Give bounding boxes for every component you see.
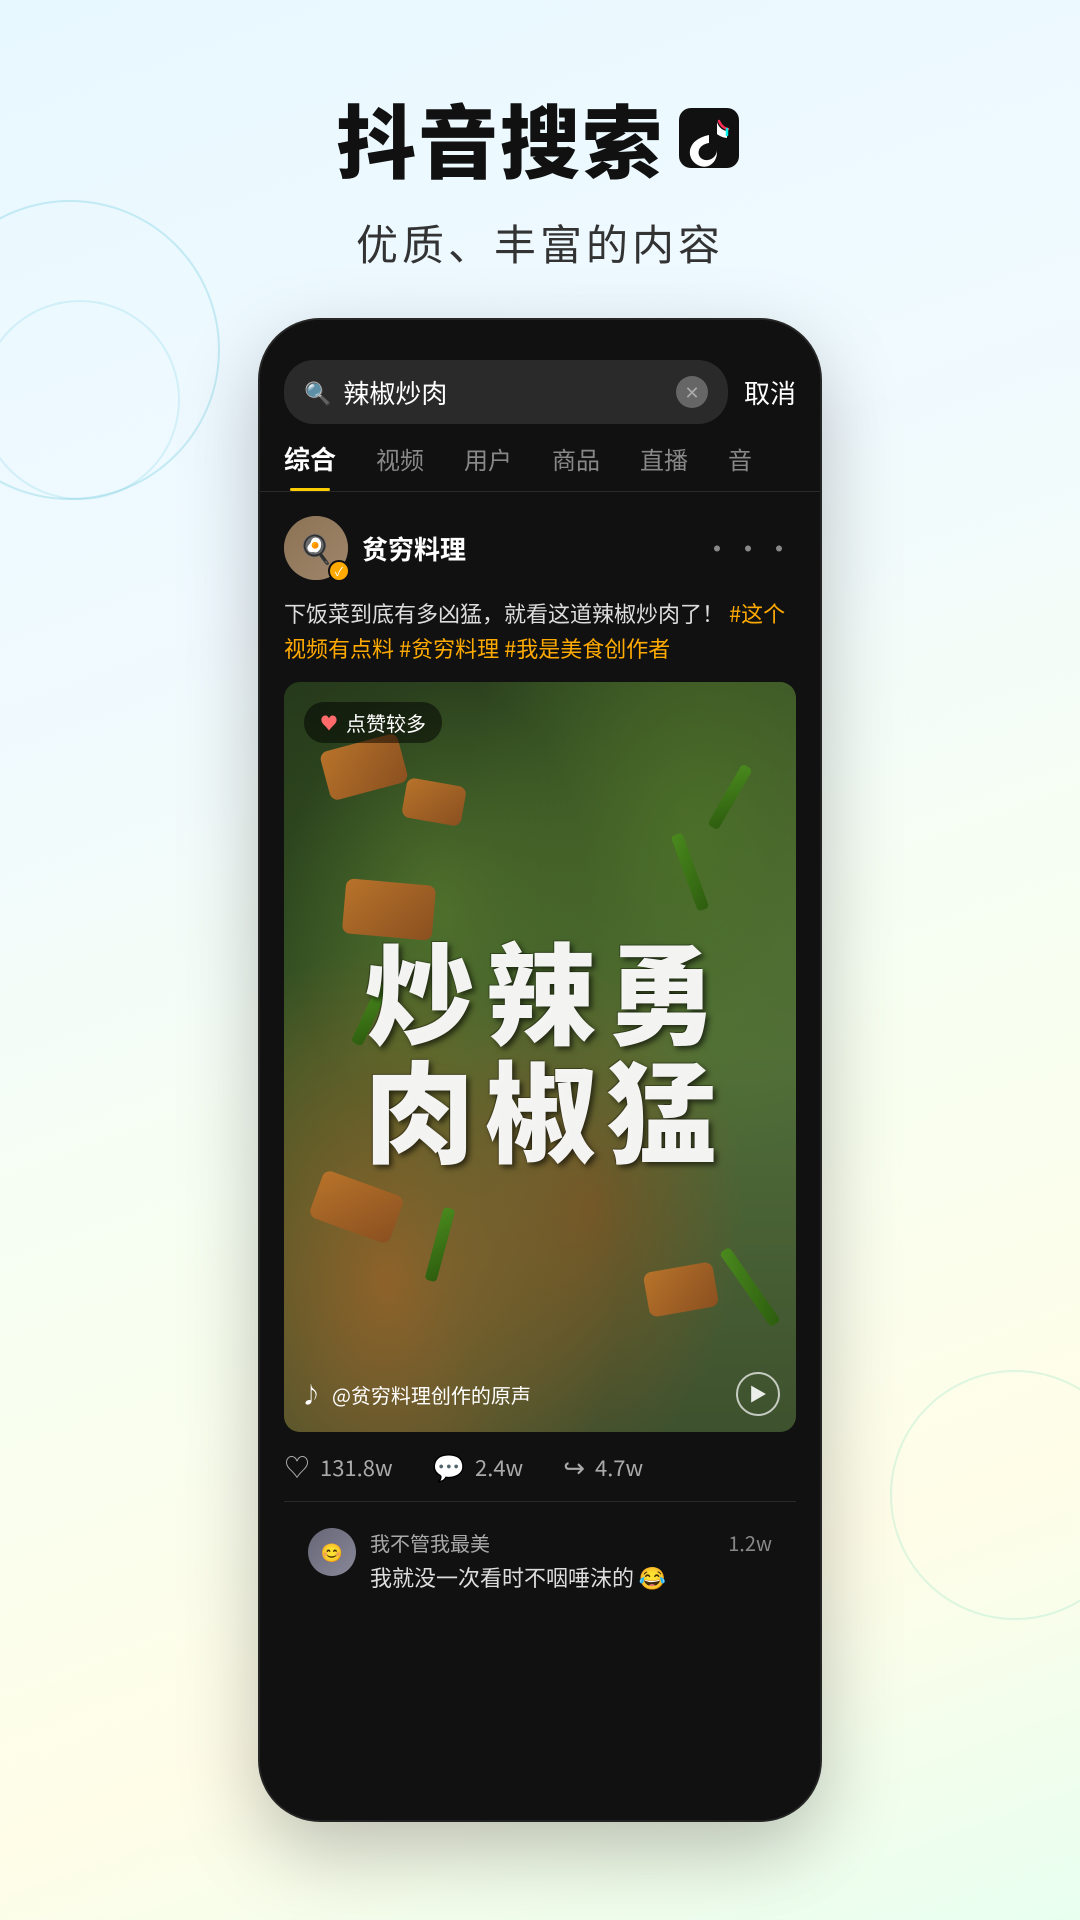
verified-badge: ✓ [328,560,350,582]
search-cancel-button[interactable]: 取消 [744,374,796,411]
share-button[interactable]: ↪ 4.7w [563,1448,643,1485]
page-header: 抖音搜索 优质、丰富的内容 [0,0,1080,313]
tab-商品[interactable]: 商品 [552,441,600,490]
phone-mockup: 🔍 辣椒炒肉 ✕ 取消 综合 视频 用户 商品 直播 音 🍳 [260,320,820,1820]
comment-like-count: 1.2w [728,1528,772,1557]
post-desc-text: 下饭菜到底有多凶猛，就看这道辣椒炒肉了！ [284,597,729,629]
comment-item: 😊 我不管我最美 我就没一次看时不咽唾沫的 😂 1.2w [308,1518,772,1603]
music-bar: ♪ @贫穷料理创作的原声 ▶ [300,1372,780,1416]
bg-decoration-3 [890,1370,1080,1620]
hashtag-3[interactable]: #我是美食创作者 [504,632,670,664]
search-bar[interactable]: 🔍 辣椒炒肉 ✕ [284,360,728,424]
music-text: @贫穷料理创作的原声 [332,1380,531,1409]
commenter-name: 我不管我最美 [370,1528,714,1557]
tab-用户[interactable]: 用户 [464,441,512,490]
author-avatar: 🍳 ✓ [284,516,348,580]
video-thumbnail[interactable]: 勇猛辣椒炒肉 ♥ 点赞较多 ♪ @贫穷料理创作的原声 [284,682,796,1432]
author-info: 🍳 ✓ 贫穷料理 [284,516,466,580]
play-button[interactable]: ▶ [736,1372,780,1416]
app-title: 抖音搜索 [0,80,1080,196]
app-subtitle: 优质、丰富的内容 [0,212,1080,273]
like-count: 131.8w [320,1451,393,1483]
hot-badge-text: 点赞较多 [346,708,426,737]
search-header: 🔍 辣椒炒肉 ✕ 取消 [260,320,820,424]
music-info: ♪ @贫穷料理创作的原声 [300,1378,531,1410]
music-note-icon: ♪ [300,1378,322,1410]
share-count: 4.7w [595,1451,643,1483]
search-icon: 🔍 [304,376,331,408]
post-header: 🍳 ✓ 贫穷料理 ··· [284,516,796,580]
content-area: 🍳 ✓ 贫穷料理 ··· 下饭菜到底有多凶猛，就看这道辣椒炒肉了！ #这个视频有… [260,492,820,1820]
video-calligraphy-text: 勇猛辣椒炒肉 [359,939,722,1175]
more-options-icon[interactable]: ··· [703,528,796,568]
tab-直播[interactable]: 直播 [640,441,688,490]
app-title-text: 抖音搜索 [336,80,664,196]
like-icon: ♡ [284,1448,310,1485]
heart-icon: ♥ [320,710,338,736]
comment-count: 2.4w [475,1451,523,1483]
share-icon: ↪ [563,1448,585,1485]
commenter-avatar: 😊 [308,1528,356,1576]
interaction-bar: ♡ 131.8w 💬 2.4w ↪ 4.7w [284,1432,796,1502]
post-description: 下饭菜到底有多凶猛，就看这道辣椒炒肉了！ #这个视频有点料 #贫穷料理 #我是美… [284,596,796,666]
comment-button[interactable]: 💬 2.4w [433,1448,524,1485]
tiktok-logo-icon [674,103,744,173]
search-input-value[interactable]: 辣椒炒肉 [343,374,664,411]
author-name[interactable]: 贫穷料理 [362,530,466,567]
hot-badge: ♥ 点赞较多 [304,702,442,743]
video-text-overlay: 勇猛辣椒炒肉 [284,682,796,1432]
search-clear-button[interactable]: ✕ [676,376,708,408]
comments-preview: 😊 我不管我最美 我就没一次看时不咽唾沫的 😂 1.2w [284,1502,796,1619]
tab-音乐[interactable]: 音 [728,441,752,490]
video-background: 勇猛辣椒炒肉 ♥ 点赞较多 ♪ @贫穷料理创作的原声 [284,682,796,1432]
post-item: 🍳 ✓ 贫穷料理 ··· 下饭菜到底有多凶猛，就看这道辣椒炒肉了！ #这个视频有… [260,492,820,1619]
like-button[interactable]: ♡ 131.8w [284,1448,393,1485]
hashtag-2[interactable]: #贫穷料理 [399,632,504,664]
comment-icon: 💬 [433,1448,465,1485]
tab-综合[interactable]: 综合 [284,440,336,491]
phone-screen: 🔍 辣椒炒肉 ✕ 取消 综合 视频 用户 商品 直播 音 🍳 [260,320,820,1820]
tabs-bar: 综合 视频 用户 商品 直播 音 [260,424,820,492]
comment-content: 我不管我最美 我就没一次看时不咽唾沫的 😂 [370,1528,714,1593]
tab-视频[interactable]: 视频 [376,441,424,490]
comment-text: 我就没一次看时不咽唾沫的 😂 [370,1561,714,1593]
